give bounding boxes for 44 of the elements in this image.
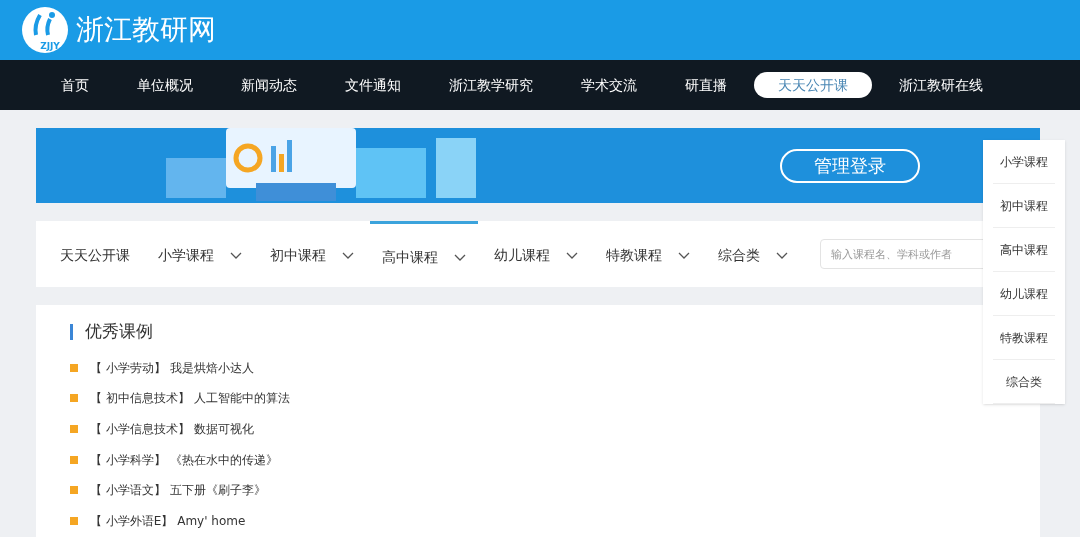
course-tab[interactable]: 高中课程 (370, 221, 478, 287)
bullet-square-icon (70, 516, 78, 525)
course-link[interactable]: 【 小学语文】 五下册《刷子李》 (90, 481, 266, 500)
nav-link[interactable]: 天天公开课 (754, 72, 872, 98)
nav-link[interactable]: 学术交流 (560, 72, 658, 98)
side-menu-item[interactable]: 特教课程 (993, 316, 1055, 360)
chevron-down-icon (454, 253, 466, 262)
course-link[interactable]: 【 初中信息技术】 人工智能中的算法 (90, 389, 290, 408)
course-tab[interactable]: 初中课程 (258, 221, 366, 287)
side-menu-item[interactable]: 初中课程 (993, 184, 1055, 228)
nav-link[interactable]: 单位概况 (116, 72, 214, 98)
course-tab[interactable]: 幼儿课程 (482, 221, 590, 287)
course-link[interactable]: 【 小学劳动】 我是烘焙小达人 (90, 358, 254, 377)
nav-link[interactable]: 首页 (40, 72, 110, 98)
section-title-accent (70, 323, 73, 340)
side-menu-item[interactable]: 综合类 (993, 360, 1055, 404)
course-link[interactable]: 【 小学外语E】 Amy' home (90, 511, 246, 530)
logo-text: ZJJY (40, 42, 60, 51)
chevron-down-icon (776, 251, 788, 260)
course-tab[interactable]: 小学课程 (146, 221, 254, 287)
course-tab[interactable]: 综合类 (706, 221, 800, 287)
nav-link[interactable]: 新闻动态 (220, 72, 318, 98)
section-title: 优秀课例 (85, 320, 153, 343)
chevron-down-icon (678, 251, 690, 260)
course-tab[interactable]: 特教课程 (594, 221, 702, 287)
side-menu-item[interactable]: 高中课程 (993, 228, 1055, 272)
bullet-square-icon (70, 363, 78, 372)
side-menu-item[interactable]: 小学课程 (993, 140, 1055, 184)
site-title: 浙江教研网 (76, 16, 216, 44)
course-tab[interactable]: 天天公开课 (48, 221, 142, 287)
bullet-square-icon (70, 394, 78, 403)
nav-link[interactable]: 浙江教研在线 (878, 72, 1004, 98)
chevron-down-icon (342, 251, 354, 260)
bullet-square-icon (70, 455, 78, 464)
chevron-down-icon (230, 251, 242, 260)
side-menu-item[interactable]: 幼儿课程 (993, 272, 1055, 316)
nav-link[interactable]: 文件通知 (324, 72, 422, 98)
bullet-square-icon (70, 425, 78, 433)
nav-link[interactable]: 浙江教学研究 (428, 72, 554, 98)
course-link[interactable]: 【 小学科学】 《热在水中的传递》 (90, 450, 278, 469)
course-link[interactable]: 【 小学信息技术】 数据可视化 (90, 420, 254, 438)
bullet-square-icon (70, 486, 78, 495)
chevron-down-icon (566, 251, 578, 260)
nav-link[interactable]: 研直播 (664, 72, 748, 98)
